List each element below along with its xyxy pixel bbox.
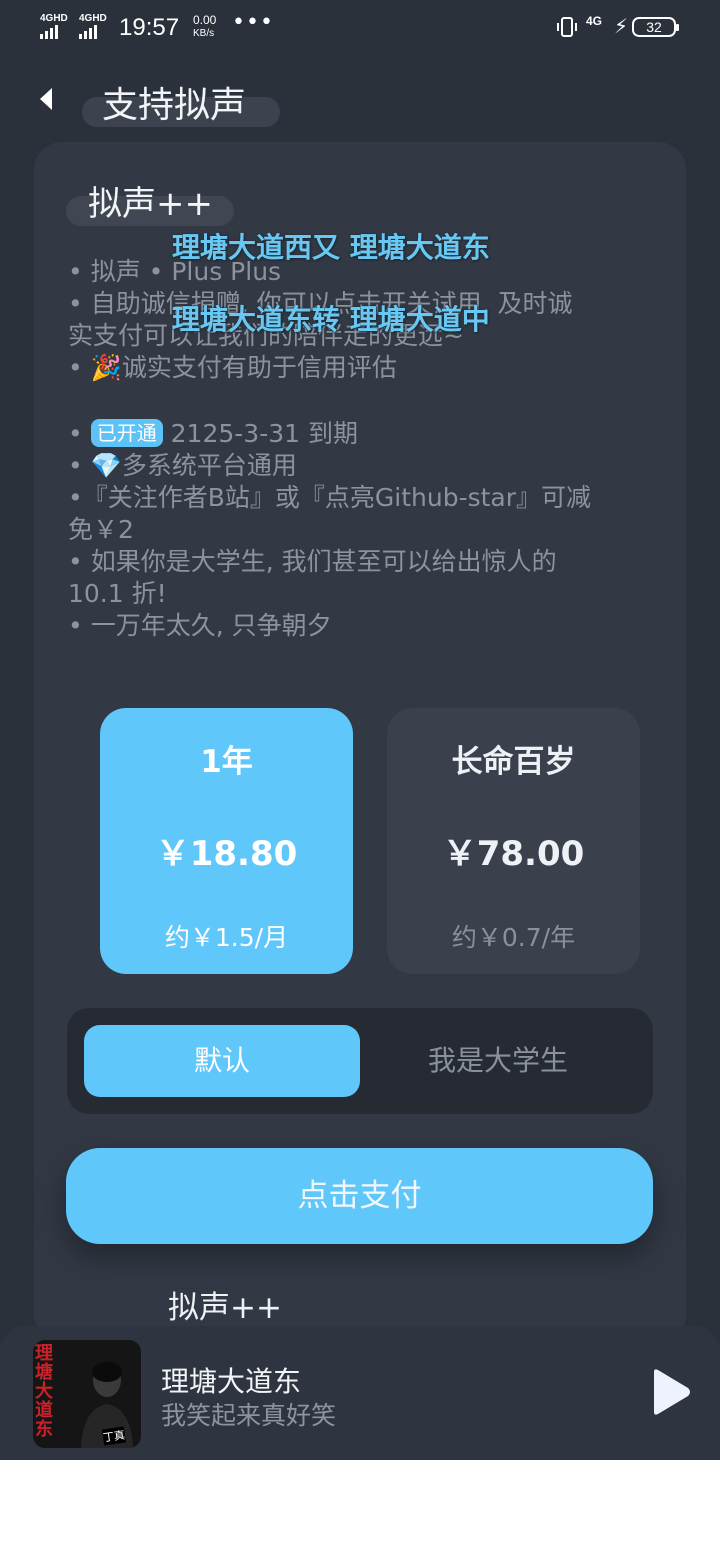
- expiry-date: 2125-3-31 到期: [170, 419, 358, 448]
- desc-line-5: • 已开通 2125-3-31 到期: [68, 419, 358, 448]
- signal-indicator-1: 4GHD: [40, 14, 68, 39]
- desc-line-9: • 如果你是大学生, 我们甚至可以给出惊人的: [68, 547, 557, 576]
- status-bar: 4GHD 4GHD 19:57 0.00 KB/s ••• 4G ⚡ 32: [0, 0, 720, 56]
- song-artist: 我笑起来真好笑: [161, 1401, 337, 1430]
- play-icon[interactable]: [648, 1366, 692, 1418]
- network-speed: 0.00 KB/s: [193, 13, 217, 40]
- more-notifications-icon: •••: [232, 10, 274, 35]
- page-title: 支持拟声: [102, 85, 247, 126]
- battery-indicator: 32: [632, 17, 679, 37]
- cover-caption: 丁真: [101, 1426, 127, 1446]
- plan-title: 长命百岁: [451, 744, 576, 780]
- plan-note: 约￥0.7/年: [451, 923, 576, 952]
- desc-line-11: • 一万年太久, 只争朝夕: [68, 611, 332, 640]
- clock: 19:57: [119, 14, 180, 41]
- plan-note: 约￥1.5/月: [164, 923, 289, 952]
- charging-icon: ⚡: [614, 14, 629, 38]
- activated-badge: 已开通: [90, 419, 163, 447]
- plan-title: 1年: [200, 744, 253, 780]
- lyrics-overlay-line-2: 理塘大道东转 理塘大道中: [172, 303, 490, 336]
- cover-title: 理塘大道东: [35, 1343, 53, 1440]
- navigation-bar-area: [0, 1460, 720, 1544]
- desc-line-6: • 💎多系统平台通用: [68, 451, 297, 480]
- product-name: 拟声++: [88, 184, 213, 224]
- diamond-icon: 💎: [90, 451, 122, 480]
- song-title: 理塘大道东: [161, 1365, 302, 1398]
- back-icon[interactable]: [38, 86, 56, 112]
- album-cover[interactable]: 理塘大道东 丁真: [33, 1340, 141, 1448]
- plan-price: ￥18.80: [155, 834, 298, 874]
- desc-line-4: • 🎉诚实支付有助于信用评估: [68, 353, 397, 382]
- desc-line-10: 10.1 折!: [68, 579, 167, 608]
- desc-line-7: •『关注作者B站』或『点亮Github-star』可减: [68, 483, 592, 512]
- plan-price: ￥78.00: [442, 834, 585, 874]
- party-icon: 🎉: [90, 353, 122, 382]
- segment-student[interactable]: 我是大学生: [360, 1025, 636, 1097]
- network-type: 4G: [586, 14, 603, 28]
- footer-product-name: 拟声++: [168, 1290, 282, 1326]
- plan-card-1-year[interactable]: 1年 ￥18.80 约￥1.5/月: [100, 708, 353, 974]
- plan-card-lifetime[interactable]: 长命百岁 ￥78.00 约￥0.7/年: [387, 708, 640, 974]
- vibrate-icon: [557, 17, 577, 37]
- pay-button[interactable]: 点击支付: [66, 1148, 653, 1244]
- desc-line-8: 免￥2: [68, 515, 134, 544]
- lyrics-overlay-line-1: 理塘大道西又 理塘大道东: [172, 231, 490, 264]
- signal-indicator-2: 4GHD: [79, 14, 107, 39]
- segment-default[interactable]: 默认: [84, 1025, 360, 1097]
